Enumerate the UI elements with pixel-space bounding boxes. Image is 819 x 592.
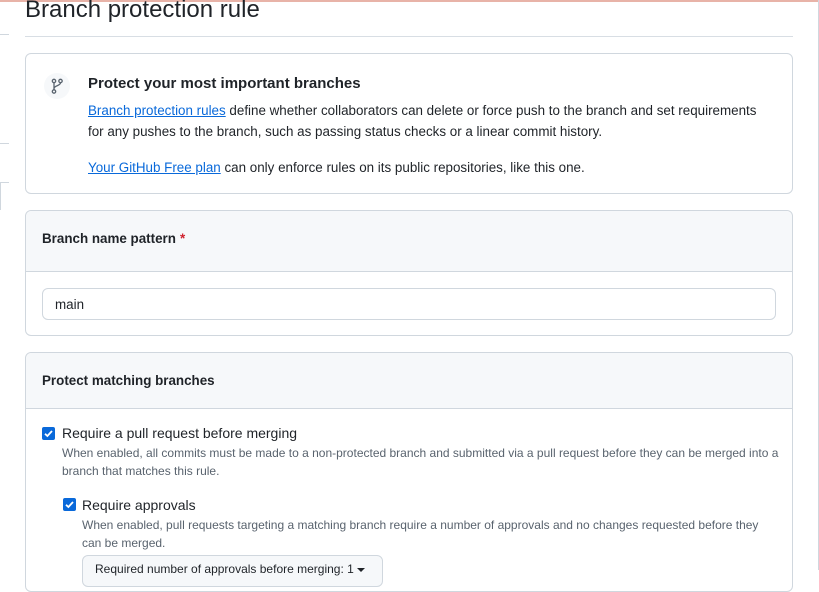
required-approvals-select-label: Required number of approvals before merg… [95, 562, 354, 576]
branch-name-pattern-label-text: Branch name pattern [42, 231, 176, 246]
git-branch-icon [44, 73, 70, 99]
protect-matching-branches-section: Protect matching branches Require a pull… [25, 352, 793, 592]
branch-name-pattern-section: Branch name pattern * [25, 210, 793, 336]
require-approvals-checkbox[interactable] [63, 498, 76, 511]
branch-protection-rules-link[interactable]: Branch protection rules [88, 103, 226, 118]
require-pull-request-description: When enabled, all commits must be made t… [62, 446, 779, 478]
branch-name-pattern-input[interactable] [42, 288, 776, 320]
protect-matching-branches-header: Protect matching branches [26, 353, 792, 409]
require-pull-request-label[interactable]: Require a pull request before merging [62, 425, 297, 441]
require-approvals-description: When enabled, pull requests targeting a … [82, 518, 759, 550]
github-free-plan-link[interactable]: Your GitHub Free plan [88, 160, 221, 175]
page-title: Branch protection rule [25, 0, 260, 23]
title-divider [25, 36, 793, 37]
require-approvals-label[interactable]: Require approvals [82, 497, 196, 513]
checkmark-icon [65, 501, 74, 509]
required-approvals-select[interactable]: Required number of approvals before merg… [82, 555, 383, 587]
checkmark-icon [44, 430, 53, 438]
branch-name-pattern-label: Branch name pattern * [42, 231, 185, 246]
plan-note-text: can only enforce rules on its public rep… [220, 160, 585, 175]
left-edge-divider [0, 182, 1, 210]
plan-note: Your GitHub Free plan can only enforce r… [88, 157, 768, 178]
branch-name-pattern-header: Branch name pattern * [26, 211, 792, 272]
required-marker: * [179, 231, 186, 246]
require-pull-request-checkbox[interactable] [42, 427, 55, 440]
info-description: Branch protection rules define whether c… [88, 100, 768, 142]
protect-matching-branches-label: Protect matching branches [42, 373, 215, 388]
info-heading: Protect your most important branches [88, 75, 361, 92]
info-callout: Protect your most important branches Bra… [25, 53, 793, 194]
